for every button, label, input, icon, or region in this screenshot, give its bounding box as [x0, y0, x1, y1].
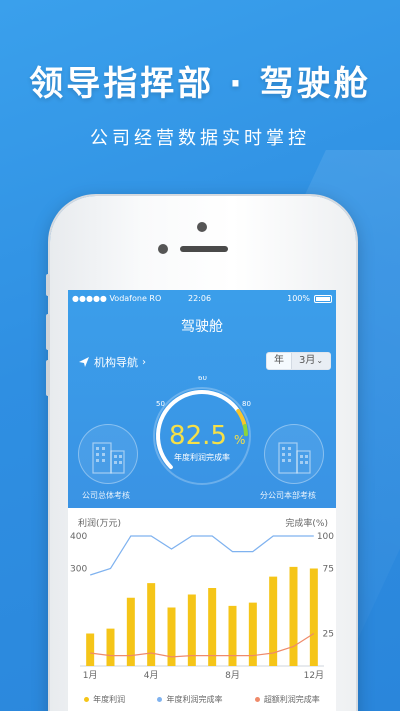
legend-dot-icon — [254, 696, 260, 702]
gauge-value: 82.5 — [169, 421, 227, 451]
period-selector: 年 3月⌄ — [266, 352, 332, 370]
chevron-right-icon: › — [142, 356, 146, 368]
x-tick-label: 4月 — [144, 670, 159, 681]
legend-label: 年度利润完成率 — [166, 694, 223, 704]
tab-year[interactable]: 年 — [267, 353, 291, 369]
tab-month[interactable]: 3月⌄ — [291, 353, 331, 369]
gauge-tick-label: 50 — [156, 400, 165, 408]
phone-sensor — [197, 222, 207, 232]
phone-volume-down — [46, 360, 50, 396]
y-tick-label-left: 400 — [70, 532, 87, 542]
clock-text: 22:06 — [188, 294, 212, 303]
carrier-text: ●●●●● Vodafone RO — [72, 294, 162, 303]
company-overall-assessment-button[interactable] — [78, 424, 138, 484]
promo-subline: 公司经营数据实时掌控 — [90, 128, 310, 149]
profit-completion-gauge: 50 60 80 82.5 % 年度利润完成率 — [153, 376, 251, 485]
status-bar: ●●●●● Vodafone RO 22:06 100% — [68, 292, 336, 306]
building-icon — [278, 442, 311, 474]
gauge-label: 年度利润完成率 — [174, 452, 230, 462]
building-icon — [92, 442, 125, 474]
phone-speaker — [180, 246, 228, 252]
tab-month-label: 3月 — [299, 355, 316, 366]
chevron-down-icon: ⌄ — [316, 356, 324, 365]
legend-item: 年度利润 — [84, 692, 125, 706]
x-tick-label: 8月 — [225, 670, 240, 681]
phone-mute-switch — [46, 274, 50, 296]
y-tick-label-right: 75 — [323, 565, 334, 575]
branch-assessment-button[interactable] — [264, 424, 324, 484]
phone-camera — [158, 244, 168, 254]
app-screen: ●●●●● Vodafone RO 22:06 100% 驾驶舱 机构导航 › … — [68, 290, 336, 711]
y-tick-label-right: 25 — [323, 630, 334, 640]
org-navigation-link[interactable]: 机构导航 › — [78, 354, 146, 370]
gauge-tick-label: 80 — [242, 400, 251, 408]
series-line — [90, 535, 314, 576]
page-title: 驾驶舱 — [181, 319, 223, 335]
company-overall-assessment-label: 公司总体考核 — [82, 491, 130, 500]
bar — [208, 588, 217, 666]
legend-dot-icon — [157, 696, 163, 702]
bar — [309, 568, 318, 666]
battery-icon — [314, 295, 332, 303]
bar — [228, 605, 237, 666]
y-tick-label-left: 300 — [70, 565, 87, 575]
y-tick-label-right: 100 — [317, 532, 334, 542]
org-navigation-label: 机构导航 — [94, 356, 138, 369]
x-tick-label: 12月 — [304, 670, 324, 681]
promo-headline: 领导指挥部 · 驾驶舱 — [29, 64, 371, 104]
legend-label: 年度利润 — [93, 694, 126, 704]
branch-assessment-label: 分公司本部考核 — [260, 491, 316, 500]
legend-item: 超额利润完成率 — [254, 692, 320, 706]
phone-volume-up — [46, 314, 50, 350]
chart-legend: 年度利润 年度利润完成率 超额利润完成率 — [68, 692, 336, 706]
series-line — [90, 632, 315, 658]
location-arrow-icon — [79, 357, 89, 367]
dashboard-header: ●●●●● Vodafone RO 22:06 100% 驾驶舱 机构导航 › … — [68, 290, 336, 508]
bar — [248, 602, 257, 666]
profit-chart: 400 300 100 75 25 1月 4月 8月 12月 — [70, 532, 334, 681]
gauge-tick-label: 60 — [198, 376, 207, 382]
legend-dot-icon — [84, 696, 90, 702]
legend-label: 超额利润完成率 — [263, 694, 320, 704]
bar — [86, 633, 95, 666]
battery-percent: 100% — [287, 294, 310, 303]
gauge-unit: % — [234, 433, 245, 447]
bar — [289, 566, 298, 666]
bar — [106, 628, 115, 666]
x-tick-label: 1月 — [83, 670, 98, 681]
legend-item: 年度利润完成率 — [157, 692, 222, 706]
